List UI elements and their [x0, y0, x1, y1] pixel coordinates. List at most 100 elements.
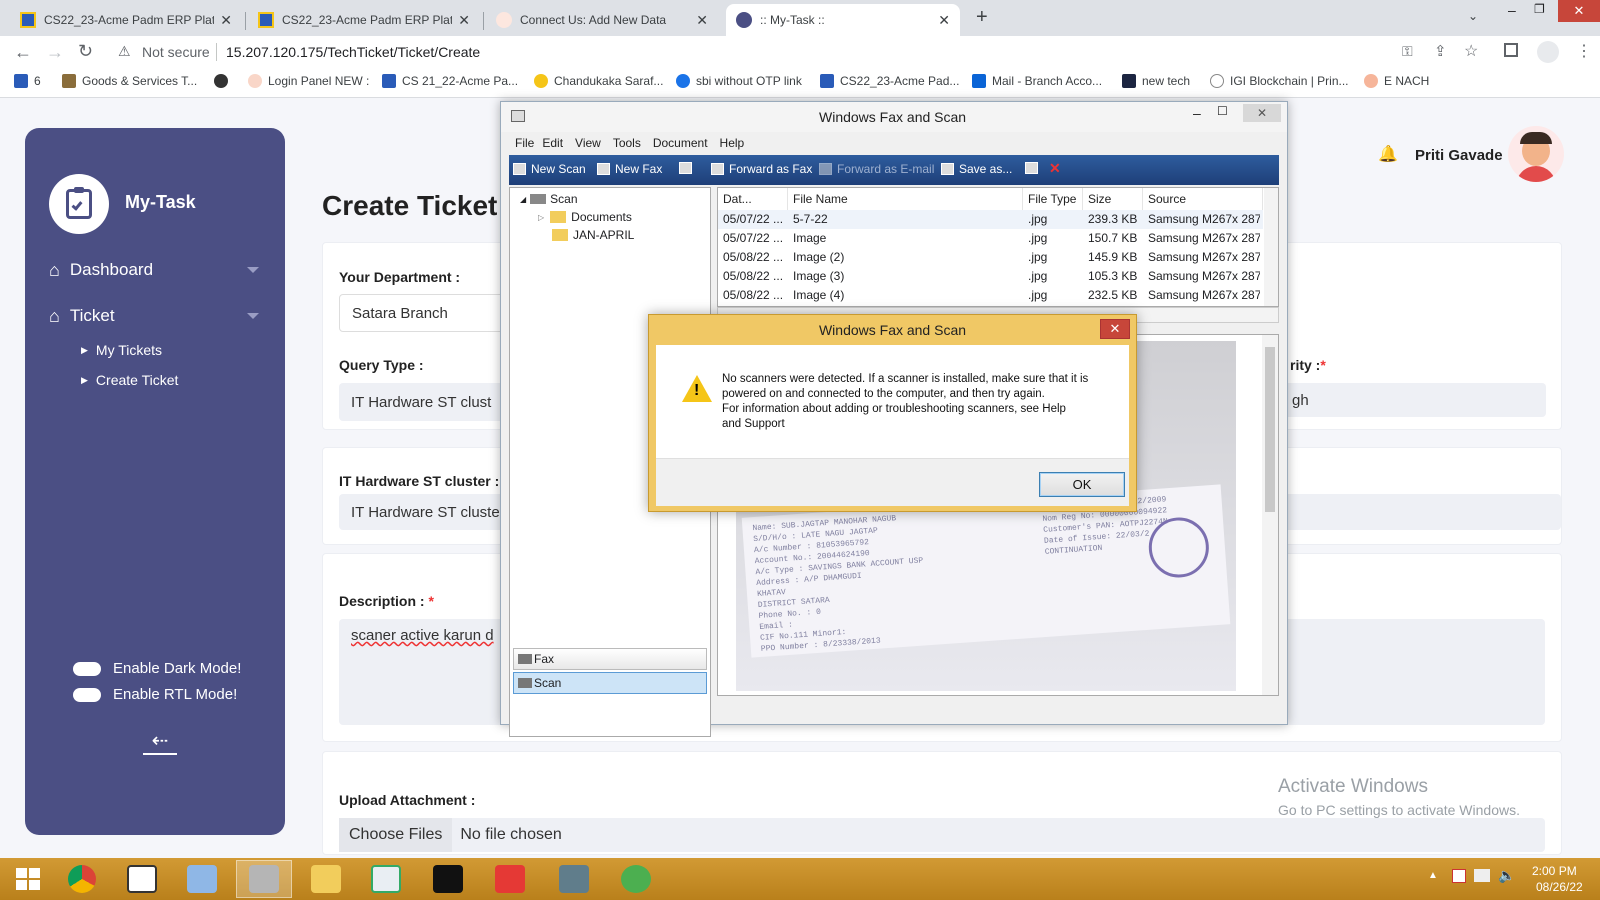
warning-icon[interactable]: ⚠	[118, 43, 131, 60]
dark-mode-toggle[interactable]: Enable Dark Mode!	[73, 660, 241, 677]
menu-file[interactable]: File	[515, 136, 534, 150]
column-header-file-name[interactable]: File Name	[788, 188, 1023, 210]
close-window-icon[interactable]: ✕	[1243, 104, 1281, 122]
nav-fax[interactable]: Fax	[513, 648, 707, 670]
close-tab-icon[interactable]: ✕	[696, 12, 708, 29]
dialog-close-button[interactable]: ✕	[1100, 319, 1130, 339]
priority-select[interactable]: gh	[1280, 383, 1546, 417]
sidebar-subitem-my-tickets[interactable]: ▶ My Tickets	[81, 342, 162, 358]
close-tab-icon[interactable]: ✕	[220, 12, 232, 29]
bookmark-item[interactable]: Login Panel NEW :	[248, 74, 369, 88]
nav-scan[interactable]: Scan	[513, 672, 707, 694]
action-center-flag-icon[interactable]	[1452, 869, 1466, 883]
table-row[interactable]: 05/07/22 ... 5-7-22 .jpg 239.3 KB Samsung M2…	[718, 210, 1263, 229]
column-header-size[interactable]: Size	[1083, 188, 1143, 210]
table-row[interactable]: 05/08/22 ... Image (2) .jpg 145.9 KB Samsung…	[718, 248, 1263, 267]
close-tab-icon[interactable]: ✕	[458, 12, 470, 29]
bookmark-item[interactable]: Chandukaka Saraf...	[534, 74, 663, 88]
bookmark-item[interactable]: 6	[14, 74, 41, 88]
table-row[interactable]: 05/08/22 ... Image (4) .jpg 232.5 KB Samsung…	[718, 286, 1263, 305]
bookmark-star-icon[interactable]: ☆	[1464, 41, 1478, 61]
maximize-icon[interactable]: ☐	[1217, 104, 1228, 118]
menu-edit[interactable]: Edit	[542, 136, 563, 150]
preview-scrollbar[interactable]	[1262, 335, 1278, 695]
collapse-sidebar-icon[interactable]: ⇠	[143, 728, 177, 755]
chrome-taskbar-icon[interactable]	[54, 860, 110, 898]
document-taskbar-icon[interactable]	[358, 860, 414, 898]
show-hidden-icons[interactable]: ▲	[1428, 870, 1438, 881]
minimize-icon[interactable]: –	[1508, 2, 1516, 18]
menu-tools[interactable]: Tools	[613, 136, 641, 150]
browser-tab-1[interactable]: CS22_23-Acme Padm ERP Platfor ✕	[10, 4, 242, 36]
restore-icon[interactable]: ❐	[1534, 2, 1545, 16]
toggle-switch[interactable]	[73, 687, 101, 702]
url-field[interactable]: 15.207.120.175/TechTicket/Ticket/Create	[226, 44, 480, 60]
forward-as-fax-button[interactable]: Forward as Fax	[711, 162, 812, 176]
forward-arrow-icon[interactable]: →	[46, 42, 64, 63]
column-header-source[interactable]: Source	[1143, 188, 1263, 210]
sidebar-item-ticket[interactable]: ⌂ Ticket	[49, 304, 259, 328]
profile-avatar-icon[interactable]	[1537, 41, 1559, 63]
clock-time[interactable]: 2:00 PM	[1532, 864, 1577, 878]
print-button[interactable]	[1025, 162, 1043, 174]
file-explorer-taskbar-icon[interactable]	[298, 860, 354, 898]
start-button[interactable]	[0, 860, 56, 898]
close-window-icon[interactable]: ✕	[1558, 0, 1600, 22]
bookmark-item[interactable]: E NACH	[1364, 74, 1429, 88]
notification-bell-icon[interactable]: 🔔	[1378, 144, 1398, 164]
bookmark-item[interactable]: IGI Blockchain | Prin...	[1210, 74, 1349, 88]
clock-date[interactable]: 08/26/22	[1536, 880, 1583, 894]
volume-icon[interactable]: 🔈	[1498, 867, 1515, 884]
new-tab-button[interactable]: +	[976, 6, 988, 29]
close-tab-icon[interactable]: ✕	[938, 12, 950, 29]
table-row[interactable]: 05/07/22 ... Image .jpg 150.7 KB Samsung M26…	[718, 229, 1263, 248]
minimize-icon[interactable]: –	[1193, 105, 1201, 121]
pen-taskbar-icon[interactable]	[174, 860, 230, 898]
tree-root-scan[interactable]: ◢ Scan	[520, 192, 578, 206]
menu-view[interactable]: View	[575, 136, 601, 150]
menu-document[interactable]: Document	[653, 136, 708, 150]
browser-tab-2[interactable]: CS22_23-Acme Padm ERP Platfor ✕	[248, 4, 480, 36]
network-icon[interactable]	[1474, 869, 1490, 882]
user-name[interactable]: Priti Gavade	[1415, 147, 1503, 164]
share-icon[interactable]: ⇪	[1434, 42, 1447, 60]
bookmark-item[interactable]: Mail - Branch Acco...	[972, 74, 1102, 88]
vnc-taskbar-icon[interactable]	[114, 860, 170, 898]
ok-button[interactable]: OK	[1039, 472, 1125, 497]
file-input[interactable]: Choose Files No file chosen	[339, 818, 1545, 852]
toggle-switch[interactable]	[73, 661, 101, 676]
tab-search-chevron-icon[interactable]: ⌄	[1468, 9, 1478, 23]
bookmark-item[interactable]: CS 21_22-Acme Pa...	[382, 74, 518, 88]
column-header-date[interactable]: Dat...	[718, 188, 788, 210]
not-secure-label[interactable]: Not secure	[142, 44, 210, 60]
bookmark-item[interactable]: CS22_23-Acme Pad...	[820, 74, 959, 88]
wps-taskbar-icon[interactable]	[482, 860, 538, 898]
new-scan-button[interactable]: New Scan	[513, 162, 586, 176]
menu-help[interactable]: Help	[720, 136, 745, 150]
choose-files-button[interactable]: Choose Files	[339, 818, 453, 852]
bookmark-item[interactable]: Goods & Services T...	[62, 74, 197, 88]
avatar[interactable]	[1508, 126, 1564, 182]
browser-tab-3[interactable]: Connect Us: Add New Data ✕	[486, 4, 718, 36]
bookmark-item[interactable]	[214, 74, 234, 88]
new-fax-button[interactable]: New Fax	[597, 162, 662, 176]
reload-icon[interactable]: ↻	[78, 41, 93, 62]
bookmark-item[interactable]: new tech	[1122, 74, 1190, 88]
more-menu-icon[interactable]: ⋮	[1576, 41, 1592, 61]
list-scrollbar[interactable]	[1264, 188, 1278, 306]
tree-folder-jan-april[interactable]: JAN-APRIL	[552, 228, 634, 242]
browser-tab-4-active[interactable]: :: My-Task :: ✕	[726, 4, 960, 36]
sidebar-item-dashboard[interactable]: ⌂ Dashboard	[49, 258, 259, 282]
fax-scan-taskbar-icon[interactable]	[236, 860, 292, 898]
rtl-mode-toggle[interactable]: Enable RTL Mode!	[73, 686, 237, 703]
scanner-app-taskbar-icon[interactable]	[546, 860, 602, 898]
side-panel-icon[interactable]	[1504, 43, 1518, 57]
view-icon-button[interactable]	[679, 162, 697, 174]
command-prompt-taskbar-icon[interactable]	[420, 860, 476, 898]
delete-icon[interactable]: ✕	[1049, 160, 1061, 177]
sync-taskbar-icon[interactable]	[608, 860, 664, 898]
save-as-button[interactable]: Save as...	[941, 162, 1012, 176]
sidebar-subitem-create-ticket[interactable]: ▶ Create Ticket	[81, 372, 178, 388]
key-icon[interactable]: ⚿	[1402, 43, 1413, 60]
table-row[interactable]: 05/08/22 ... Image (3) .jpg 105.3 KB Samsung…	[718, 267, 1263, 286]
